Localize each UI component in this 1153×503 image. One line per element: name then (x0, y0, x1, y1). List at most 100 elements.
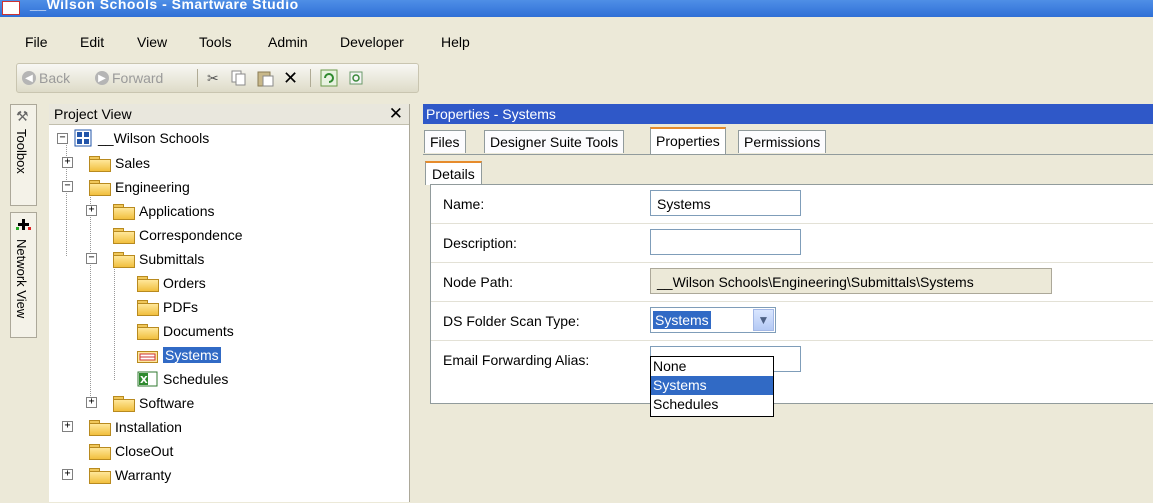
project-view-header: Project View ✕ (49, 104, 409, 125)
option-systems[interactable]: Systems (651, 376, 773, 395)
expand-toggle[interactable]: + (86, 397, 97, 408)
delete-x-icon: ✕ (283, 67, 299, 88)
tab-properties[interactable]: Properties (650, 127, 726, 155)
tree-node-root[interactable]: − __Wilson Schools (57, 127, 209, 149)
scan-type-dropdown: None Systems Schedules (650, 356, 774, 417)
tree-node-orders[interactable]: Orders (137, 272, 206, 294)
tree-node-software[interactable]: + Software (86, 392, 195, 414)
folder-icon (89, 179, 111, 196)
tree-label: __Wilson Schools (98, 130, 210, 146)
menu-edit[interactable]: Edit (80, 34, 104, 50)
network-node-icon (74, 129, 92, 147)
scan-type-label: DS Folder Scan Type: (443, 313, 580, 329)
tree-node-sales[interactable]: + Sales (62, 152, 151, 174)
expand-toggle[interactable]: + (62, 469, 73, 480)
refresh-icon (320, 69, 338, 87)
tree-node-submittals[interactable]: − Submittals (86, 248, 204, 270)
menu-view[interactable]: View (137, 34, 167, 50)
tree-label: Documents (163, 323, 234, 339)
project-view-panel: Project View ✕ − __Wilson Schools + Sale… (49, 104, 410, 502)
scan-type-value: Systems (653, 311, 711, 329)
back-button[interactable]: ◀ Back (22, 67, 70, 89)
paste-button[interactable] (257, 67, 275, 89)
menu-file[interactable]: File (25, 34, 48, 50)
tree-label: Systems (163, 347, 221, 363)
node-path-field: __Wilson Schools\Engineering\Submittals\… (650, 268, 1052, 294)
name-row: Name: Systems (431, 185, 1153, 224)
tree-node-correspondence[interactable]: Correspondence (113, 224, 243, 246)
scan-type-row: DS Folder Scan Type: Systems ▼ (431, 302, 1153, 341)
close-icon[interactable]: ✕ (389, 104, 403, 124)
collapse-toggle[interactable]: − (57, 132, 68, 144)
network-view-tab[interactable]: Network View (10, 212, 37, 338)
forward-label: Forward (112, 70, 164, 86)
menu-tools[interactable]: Tools (199, 34, 232, 50)
menu-admin[interactable]: Admin (268, 34, 308, 50)
collapse-toggle[interactable]: − (86, 253, 97, 264)
tab-permissions[interactable]: Permissions (738, 130, 827, 153)
chevron-down-icon[interactable]: ▼ (753, 309, 774, 331)
back-arrow-icon: ◀ (22, 71, 36, 85)
menu-help[interactable]: Help (441, 34, 470, 50)
app-icon (2, 1, 20, 15)
description-field[interactable] (650, 229, 801, 255)
paste-icon (257, 71, 274, 87)
scan-type-select[interactable]: Systems ▼ (650, 307, 776, 333)
tab-designer-suite-tools[interactable]: Designer Suite Tools (484, 130, 625, 153)
tree-label: CloseOut (115, 443, 174, 459)
menu-bar: File Edit View Tools Admin Developer Hel… (0, 34, 1153, 58)
save-icon (349, 71, 363, 85)
expand-toggle[interactable]: + (62, 421, 73, 432)
tree-node-warranty[interactable]: + Warranty (62, 464, 171, 486)
folder-icon (137, 323, 159, 340)
scissors-icon: ✂ (207, 69, 219, 86)
forward-button[interactable]: ▶ Forward (95, 67, 163, 89)
tree-label: Software (139, 395, 195, 411)
project-view-title: Project View (54, 106, 132, 122)
tree-node-engineering[interactable]: − Engineering (62, 176, 190, 198)
name-label: Name: (443, 196, 485, 212)
tree-node-pdfs[interactable]: PDFs (137, 296, 198, 318)
email-alias-row: Email Forwarding Alias: (431, 341, 1153, 379)
tree-node-systems[interactable]: Systems (137, 344, 221, 366)
properties-header: Properties - Systems (423, 104, 1153, 124)
option-schedules[interactable]: Schedules (651, 395, 773, 414)
copy-button[interactable] (231, 67, 247, 89)
folder-icon (113, 251, 135, 268)
window-title: __Wilson Schools - Smartware Studio (30, 0, 299, 12)
side-tabs: ⚒ Toolbox Network View (10, 104, 37, 338)
properties-tabstrip: Files Designer Suite Tools Properties Pe… (423, 124, 1153, 155)
folder-icon (89, 155, 111, 172)
tree-line (90, 186, 91, 406)
cut-button[interactable]: ✂ (207, 67, 219, 89)
menu-developer[interactable]: Developer (340, 34, 404, 50)
tree-label: PDFs (163, 299, 198, 315)
tree-node-schedules[interactable]: X Schedules (137, 368, 228, 390)
option-none[interactable]: None (651, 357, 773, 376)
toolbox-icon: ⚒ (16, 108, 29, 124)
save-button[interactable] (347, 67, 365, 89)
tab-details[interactable]: Details (425, 161, 482, 185)
expand-toggle[interactable]: + (86, 205, 97, 216)
folder-icon (113, 227, 135, 244)
tree-node-closeout[interactable]: CloseOut (89, 440, 173, 462)
name-field[interactable]: Systems (650, 190, 801, 216)
delete-button[interactable]: ✕ (283, 67, 298, 89)
svg-text:X: X (140, 375, 148, 386)
tab-files[interactable]: Files (424, 130, 466, 153)
toolbar-separator (310, 69, 311, 87)
tree-label: Sales (115, 155, 151, 171)
refresh-button[interactable] (320, 67, 338, 89)
folder-icon (137, 299, 159, 316)
tree-label: Correspondence (139, 227, 243, 243)
toolbox-tab[interactable]: ⚒ Toolbox (10, 104, 37, 206)
forward-arrow-icon: ▶ (95, 71, 109, 85)
tree-node-documents[interactable]: Documents (137, 320, 234, 342)
toolbar-separator (197, 69, 198, 87)
collapse-toggle[interactable]: − (62, 181, 73, 192)
tree-node-installation[interactable]: + Installation (62, 416, 182, 438)
expand-toggle[interactable]: + (62, 157, 73, 168)
back-label: Back (39, 70, 71, 86)
tree-node-applications[interactable]: + Applications (86, 200, 215, 222)
folder-icon (89, 443, 111, 460)
